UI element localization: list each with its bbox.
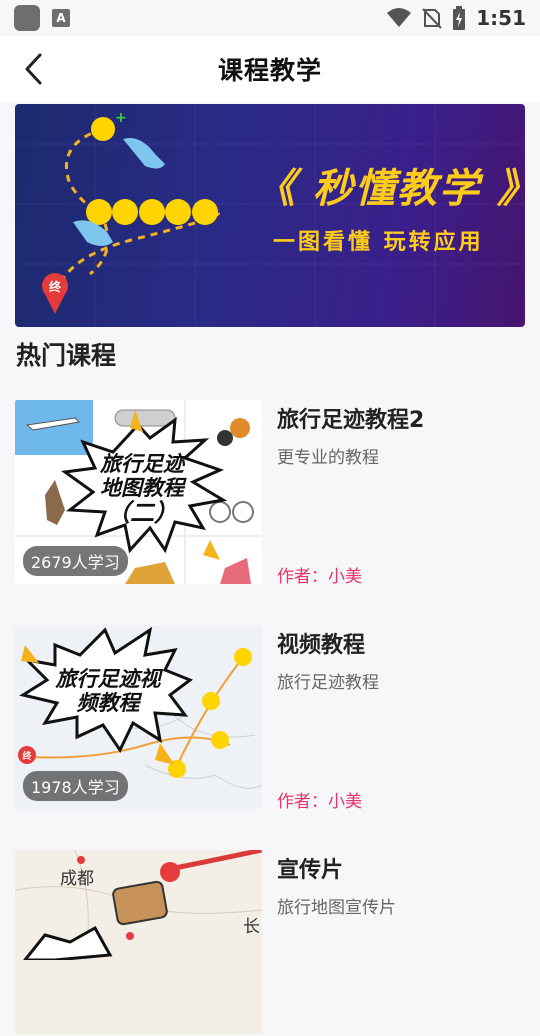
svg-text:+: + — [115, 110, 127, 126]
section-title-hot-courses: 热门课程 — [16, 341, 117, 370]
banner-subtitle: 一图看懂 玩转应用 — [273, 230, 484, 255]
app-header: 课程教学 — [0, 36, 540, 102]
course-description: 更专业的教程 — [277, 448, 379, 468]
end-marker-label: 终 — [49, 279, 62, 294]
course-item[interactable]: 终 旅行足迹视 频教程 1978人学习 视频教程 旅行足迹教程 作者：小美 — [15, 625, 525, 812]
course-thumbnail: 旅行足迹 地图教程 （二） 2679人学习 — [15, 400, 262, 584]
wifi-icon — [387, 8, 412, 27]
course-thumbnail: 成都 长 — [15, 850, 262, 1034]
battery-charging-icon — [453, 6, 466, 30]
course-item[interactable]: 旅行足迹 地图教程 （二） 2679人学习 旅行足迹教程2 更专业的教程 作者：小美 — [15, 400, 525, 587]
course-title: 宣传片 — [277, 858, 344, 883]
course-description: 旅行地图宣传片 — [277, 898, 396, 918]
course-title: 旅行足迹教程2 — [277, 408, 425, 433]
banner-route-illustration: + 终 — [15, 104, 525, 327]
chevron-left-icon — [25, 53, 42, 85]
course-title: 视频教程 — [277, 633, 366, 658]
page-title: 课程教学 — [217, 56, 322, 85]
accessibility-icon: A — [52, 9, 70, 27]
course-author: 作者：小美 — [277, 792, 362, 812]
course-3-artwork: 成都 长 — [15, 850, 262, 960]
map-city-label: 长 — [243, 917, 260, 937]
thumb-title: 旅行足迹视 频教程 — [55, 667, 161, 716]
course-item[interactable]: 成都 长 宣传片 旅行地图宣传片 — [15, 850, 525, 1036]
status-bar: A 1:51 — [0, 0, 540, 36]
thumb-title: 旅行足迹 地图教程 （二） — [100, 452, 184, 528]
app-notification-icon — [14, 5, 40, 31]
course-author: 作者：小美 — [277, 567, 362, 587]
back-button[interactable] — [14, 49, 54, 89]
course-description: 旅行足迹教程 — [277, 673, 379, 693]
end-marker-label: 终 — [21, 750, 32, 762]
promo-banner[interactable]: + 终 《 秒懂教学 》 一图看懂 玩转应用 — [15, 104, 525, 327]
map-city-label: 成都 — [60, 869, 94, 889]
clock-time: 1:51 — [476, 6, 526, 30]
banner-title: 《 秒懂教学 》 — [255, 166, 525, 212]
no-sim-icon — [422, 8, 442, 29]
course-thumbnail: 终 旅行足迹视 频教程 1978人学习 — [15, 625, 262, 809]
learners-badge: 1978人学习 — [23, 771, 128, 801]
learners-badge: 2679人学习 — [23, 546, 128, 576]
